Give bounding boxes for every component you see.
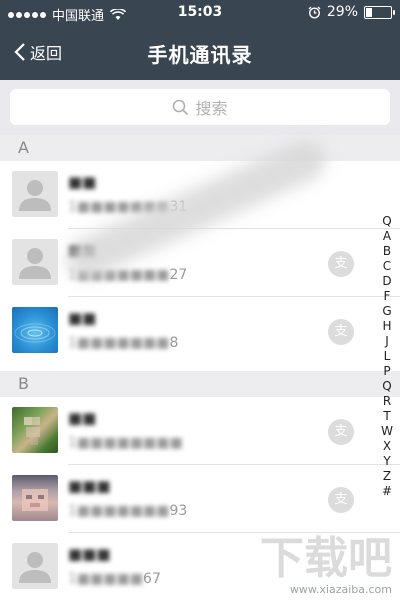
index-letter[interactable]: C bbox=[383, 259, 391, 274]
search-input[interactable]: 搜索 bbox=[10, 89, 390, 125]
phone-suffix: 8 bbox=[169, 335, 179, 351]
index-letter[interactable]: R bbox=[383, 394, 391, 409]
contact-row[interactable]: ■■ 1■■■■■■■■ 支 bbox=[0, 397, 400, 465]
alipay-badge-icon[interactable]: 支 bbox=[328, 487, 354, 513]
alphabet-index-bar[interactable]: Q A B C D F G H J L P Q R T W X Y Z # bbox=[380, 214, 394, 499]
contact-name: ■■ bbox=[68, 409, 97, 427]
default-avatar-icon bbox=[19, 180, 51, 211]
photo-avatar bbox=[24, 417, 40, 445]
index-letter[interactable]: D bbox=[382, 274, 391, 289]
index-letter[interactable]: Z bbox=[383, 469, 391, 484]
default-avatar-icon bbox=[19, 248, 51, 279]
avatar bbox=[12, 475, 58, 521]
alipay-badge-icon[interactable]: 支 bbox=[328, 251, 354, 277]
contact-row[interactable]: ■■ 1■■■■■■■8 支 bbox=[0, 297, 400, 365]
default-avatar-icon bbox=[19, 552, 51, 583]
battery-fill bbox=[366, 7, 373, 17]
index-letter[interactable]: W bbox=[381, 424, 393, 439]
contact-row[interactable]: ■■ 1■■■■■■■27 支 bbox=[0, 229, 400, 297]
index-letter[interactable]: F bbox=[384, 289, 391, 304]
avatar bbox=[12, 171, 58, 217]
search-icon bbox=[173, 99, 189, 115]
section-header-a: A bbox=[0, 135, 400, 161]
index-letter[interactable]: H bbox=[382, 319, 391, 334]
index-letter[interactable]: P bbox=[383, 364, 390, 379]
battery-icon bbox=[364, 5, 395, 19]
index-letter[interactable]: L bbox=[384, 349, 391, 364]
contact-phone: 1■■■■■■■■ bbox=[68, 435, 183, 451]
watermark: 下载吧 www.xiazaiba.com bbox=[260, 533, 392, 597]
contact-phone: 1■■■■■■■93 bbox=[68, 503, 187, 519]
watermark-url: www.xiazaiba.com bbox=[289, 583, 392, 596]
contact-name: ■■ bbox=[68, 173, 97, 191]
watermark-logo: 下载吧 bbox=[260, 533, 392, 584]
search-bar: 搜索 bbox=[0, 80, 400, 135]
status-right: 29% bbox=[308, 4, 395, 20]
phone-blurred: 1■■■■■■■ bbox=[68, 335, 170, 351]
section-header-b: B bbox=[0, 371, 400, 397]
index-letter[interactable]: Q bbox=[382, 214, 391, 229]
contact-phone: 1■■■■■■■8 bbox=[68, 335, 178, 351]
status-bar: 中国联通 15:03 29% bbox=[0, 0, 400, 26]
water-ripple-avatar bbox=[14, 323, 56, 343]
avatar bbox=[12, 307, 58, 353]
section-letter: A bbox=[18, 138, 29, 157]
alipay-badge-icon[interactable]: 支 bbox=[328, 419, 354, 445]
phone-blurred: 1■■■■■ bbox=[68, 571, 144, 587]
section-letter: B bbox=[18, 374, 29, 393]
phone-suffix: 93 bbox=[169, 503, 188, 519]
index-letter[interactable]: B bbox=[383, 244, 391, 259]
index-letter[interactable]: # bbox=[382, 484, 392, 499]
contact-phone: 1■■■■■67 bbox=[68, 571, 161, 587]
phone-blurred: 1■■■■■■■■ bbox=[68, 435, 183, 451]
index-letter[interactable]: T bbox=[383, 409, 390, 424]
alipay-badge-icon[interactable]: 支 bbox=[328, 319, 354, 345]
phone-suffix: 27 bbox=[169, 267, 188, 283]
phone-suffix: 67 bbox=[143, 571, 161, 587]
photo-avatar bbox=[22, 489, 48, 511]
alarm-icon bbox=[308, 6, 321, 19]
page-title: 手机通讯录 bbox=[147, 43, 253, 67]
index-letter[interactable]: Y bbox=[383, 454, 390, 469]
avatar bbox=[12, 239, 58, 285]
contact-row[interactable]: ■■■ 1■■■■■■■93 支 bbox=[0, 465, 400, 533]
index-letter[interactable]: J bbox=[385, 334, 389, 349]
nav-bar: 返回 手机通讯录 bbox=[0, 26, 400, 80]
index-letter[interactable]: G bbox=[382, 304, 391, 319]
contact-name: ■■■ bbox=[68, 545, 111, 563]
index-letter[interactable]: Q bbox=[382, 379, 391, 394]
battery-percent: 29% bbox=[326, 4, 358, 20]
search-placeholder: 搜索 bbox=[195, 99, 228, 118]
contact-name: ■■ bbox=[68, 309, 97, 327]
index-letter[interactable]: X bbox=[383, 439, 391, 454]
index-letter[interactable]: A bbox=[383, 229, 391, 244]
avatar bbox=[12, 407, 58, 453]
contact-name: ■■■ bbox=[68, 477, 111, 495]
avatar bbox=[12, 543, 58, 589]
phone-blurred: 1■■■■■■■ bbox=[68, 503, 170, 519]
